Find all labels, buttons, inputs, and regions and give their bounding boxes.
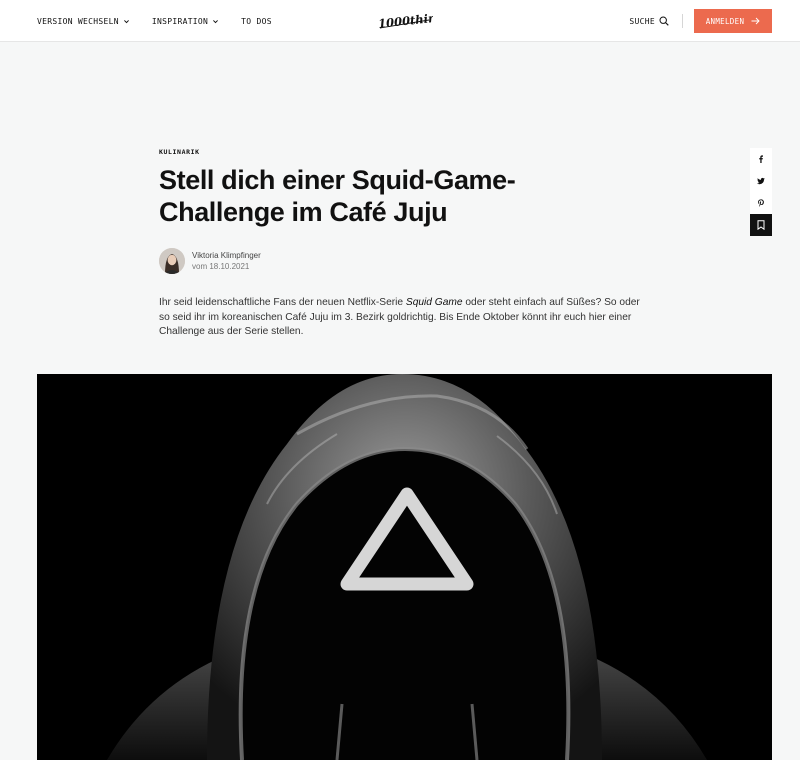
- chevron-down-icon: [213, 19, 219, 23]
- share-facebook-button[interactable]: [750, 148, 772, 170]
- login-button[interactable]: ANMELDEN: [694, 9, 772, 33]
- lead-emphasis: Squid Game: [405, 297, 463, 308]
- chevron-down-icon: [123, 19, 129, 23]
- nav-version-wechseln[interactable]: VERSION WECHSELN: [37, 17, 130, 26]
- share-pinterest-button[interactable]: [750, 192, 772, 214]
- article-lead: Ihr seid leidenschaftliche Fans der neue…: [159, 296, 651, 340]
- author-block[interactable]: Viktoria Klimpfinger vom 18.10.2021: [159, 248, 261, 274]
- article-title: Stell dich einer Squid-Game-Challenge im…: [159, 165, 516, 227]
- login-label: ANMELDEN: [705, 16, 745, 26]
- share-twitter-button[interactable]: [750, 170, 772, 192]
- nav-label: VERSION WECHSELN: [37, 16, 119, 26]
- search-icon: [659, 16, 669, 26]
- article-category[interactable]: KULINARIK: [159, 148, 200, 156]
- bookmark-icon: [757, 220, 765, 230]
- nav-label: INSPIRATION: [151, 16, 209, 26]
- pinterest-icon: [758, 199, 764, 207]
- facebook-icon: [759, 155, 763, 163]
- nav-to-dos[interactable]: TO DOS: [241, 17, 272, 26]
- bookmark-button[interactable]: [750, 214, 772, 236]
- site-logo[interactable]: 1000things: [377, 10, 433, 32]
- search-label: SUCHE: [629, 16, 655, 26]
- twitter-icon: [757, 177, 765, 185]
- nav-inspiration[interactable]: INSPIRATION: [152, 17, 219, 26]
- author-meta: Viktoria Klimpfinger vom 18.10.2021: [192, 250, 261, 272]
- share-bar: [750, 148, 772, 236]
- main-nav: VERSION WECHSELN INSPIRATION TO DOS: [37, 0, 272, 42]
- avatar: [159, 248, 185, 274]
- header-divider: [682, 14, 683, 28]
- publish-date: vom 18.10.2021: [192, 262, 250, 271]
- hooded-figure-image: [37, 374, 772, 760]
- nav-label: TO DOS: [241, 16, 272, 26]
- search-button[interactable]: SUCHE: [629, 16, 669, 26]
- hero-image: [37, 374, 772, 760]
- arrow-right-icon: [751, 17, 760, 25]
- header-actions: SUCHE ANMELDEN: [629, 0, 772, 42]
- site-header: VERSION WECHSELN INSPIRATION TO DOS 1000…: [0, 0, 800, 42]
- lead-text: Ihr seid leidenschaftliche Fans der neue…: [159, 297, 406, 308]
- author-name[interactable]: Viktoria Klimpfinger: [192, 250, 261, 261]
